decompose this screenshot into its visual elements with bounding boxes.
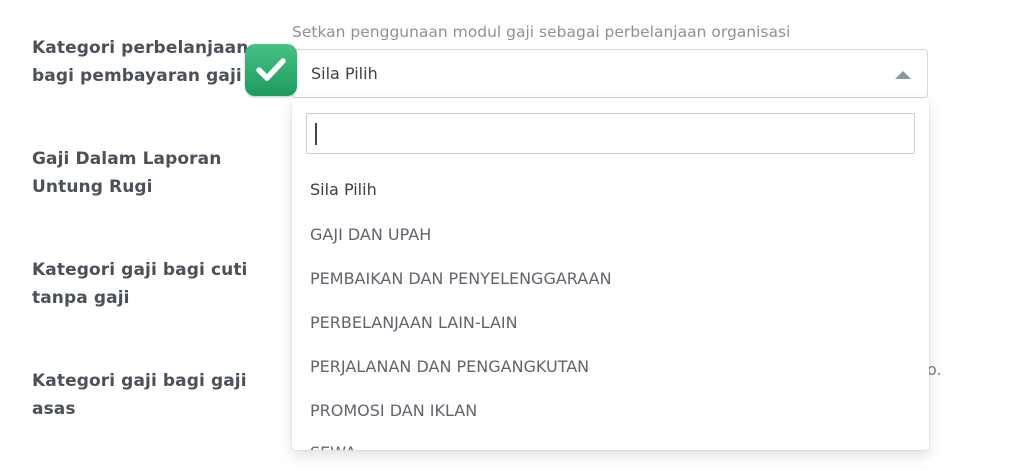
dropdown-search-input[interactable]: [306, 113, 915, 154]
label-expense-category-salary: Kategori perbelanjaan bagi pembayaran ga…: [32, 34, 257, 90]
check-icon: [245, 44, 297, 96]
label-line: Kategori gaji bagi cuti: [32, 260, 248, 280]
label-basic-salary-category: Kategori gaji bagi gaji asas: [32, 367, 257, 423]
label-line: Kategori perbelanjaan: [32, 38, 249, 58]
text-cursor: [315, 123, 317, 145]
label-line: asas: [32, 399, 76, 419]
label-unpaid-leave-category: Kategori gaji bagi cuti tanpa gaji: [32, 256, 257, 312]
label-line: Kategori gaji bagi gaji: [32, 371, 247, 391]
caret-up-icon: [895, 71, 911, 79]
label-line: bagi pembayaran gaji: [32, 66, 242, 86]
expense-category-select[interactable]: Sila Pilih: [292, 49, 928, 98]
dropdown-option[interactable]: GAJI DAN UPAH: [310, 225, 431, 244]
dropdown-option[interactable]: PEMBAIKAN DAN PENYELENGGARAAN: [310, 269, 612, 288]
truncated-help-text: o.: [927, 360, 942, 379]
dropdown-option[interactable]: SEWA: [310, 442, 356, 450]
dropdown-option[interactable]: Sila Pilih: [310, 180, 377, 199]
label-line: Untung Rugi: [32, 177, 153, 197]
dropdown-option[interactable]: PERJALANAN DAN PENGANGKUTAN: [310, 357, 589, 376]
dropdown-option[interactable]: PERBELANJAAN LAIN-LAIN: [310, 313, 518, 332]
label-salary-profit-loss: Gaji Dalam Laporan Untung Rugi: [32, 145, 257, 201]
settings-page: Kategori perbelanjaan bagi pembayaran ga…: [0, 0, 1024, 471]
select-dropdown: Sila Pilih GAJI DAN UPAH PEMBAIKAN DAN P…: [292, 98, 929, 450]
help-text: Setkan penggunaan modul gaji sebagai per…: [292, 23, 791, 41]
label-line: tanpa gaji: [32, 288, 130, 308]
label-line: Gaji Dalam Laporan: [32, 149, 222, 169]
select-value: Sila Pilih: [311, 64, 378, 83]
dropdown-option[interactable]: PROMOSI DAN IKLAN: [310, 401, 477, 420]
